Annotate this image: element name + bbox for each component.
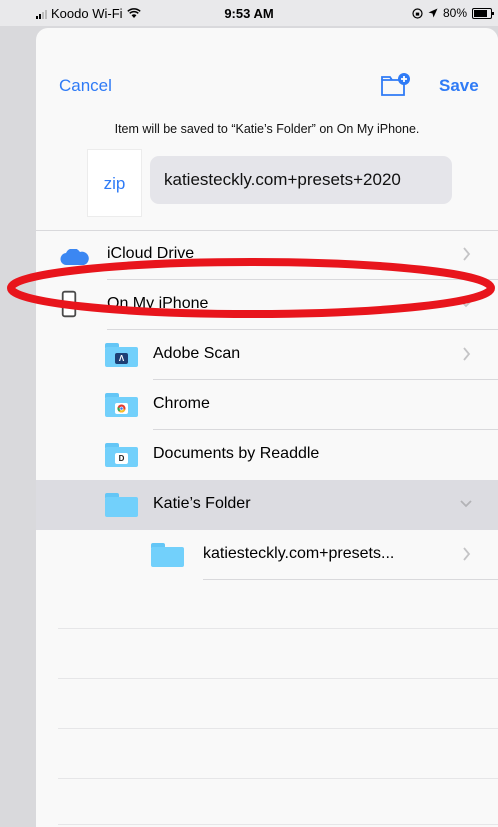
folder-adobe-scan[interactable]: Λ Adobe Scan bbox=[36, 330, 498, 380]
battery-percent: 80% bbox=[442, 6, 467, 20]
folder-icon bbox=[151, 543, 184, 567]
file-thumbnail: zip bbox=[87, 149, 142, 217]
chevron-right-icon bbox=[463, 547, 471, 561]
chevron-down-icon bbox=[460, 500, 472, 508]
location-icon bbox=[428, 8, 438, 18]
folder-label: Documents by Readdle bbox=[153, 445, 320, 462]
folder-label: katiesteckly.com+presets... bbox=[203, 545, 395, 562]
folder-icon bbox=[105, 493, 138, 517]
folder-label: Adobe Scan bbox=[153, 345, 241, 362]
save-destination-text: Item will be saved to “Katie’s Folder” o… bbox=[114, 122, 420, 136]
file-name-field[interactable]: katiesteckly.com+presets+2020 bbox=[150, 156, 452, 204]
save-button[interactable]: Save bbox=[439, 76, 479, 96]
chrome-folder-icon bbox=[105, 393, 138, 417]
cancel-button[interactable]: Cancel bbox=[59, 76, 112, 96]
folder-label: Chrome bbox=[153, 395, 210, 412]
folder-label: Katie’s Folder bbox=[153, 495, 251, 512]
save-sheet: Cancel Save Item will be saved to “Katie… bbox=[36, 28, 498, 827]
folder-documents-by-readdle[interactable]: D Documents by Readdle bbox=[36, 430, 498, 480]
status-bar: Koodo Wi-Fi 9:53 AM 80% bbox=[0, 0, 498, 26]
annotation-ellipse bbox=[7, 258, 495, 318]
file-name-text: katiesteckly.com+presets+2020 bbox=[164, 170, 401, 189]
rotation-lock-icon bbox=[412, 7, 423, 19]
folder-chrome[interactable]: Chrome bbox=[36, 380, 498, 430]
readdle-folder-icon: D bbox=[105, 443, 138, 467]
folder-katiesteckly-presets[interactable]: katiesteckly.com+presets... bbox=[36, 530, 498, 580]
folder-katies-folder[interactable]: Katie’s Folder bbox=[36, 480, 498, 530]
new-folder-icon[interactable] bbox=[380, 72, 410, 98]
battery-icon bbox=[472, 7, 494, 19]
chevron-right-icon bbox=[463, 347, 471, 361]
file-type-label: zip bbox=[103, 174, 126, 193]
adobe-scan-folder-icon: Λ bbox=[105, 343, 138, 367]
